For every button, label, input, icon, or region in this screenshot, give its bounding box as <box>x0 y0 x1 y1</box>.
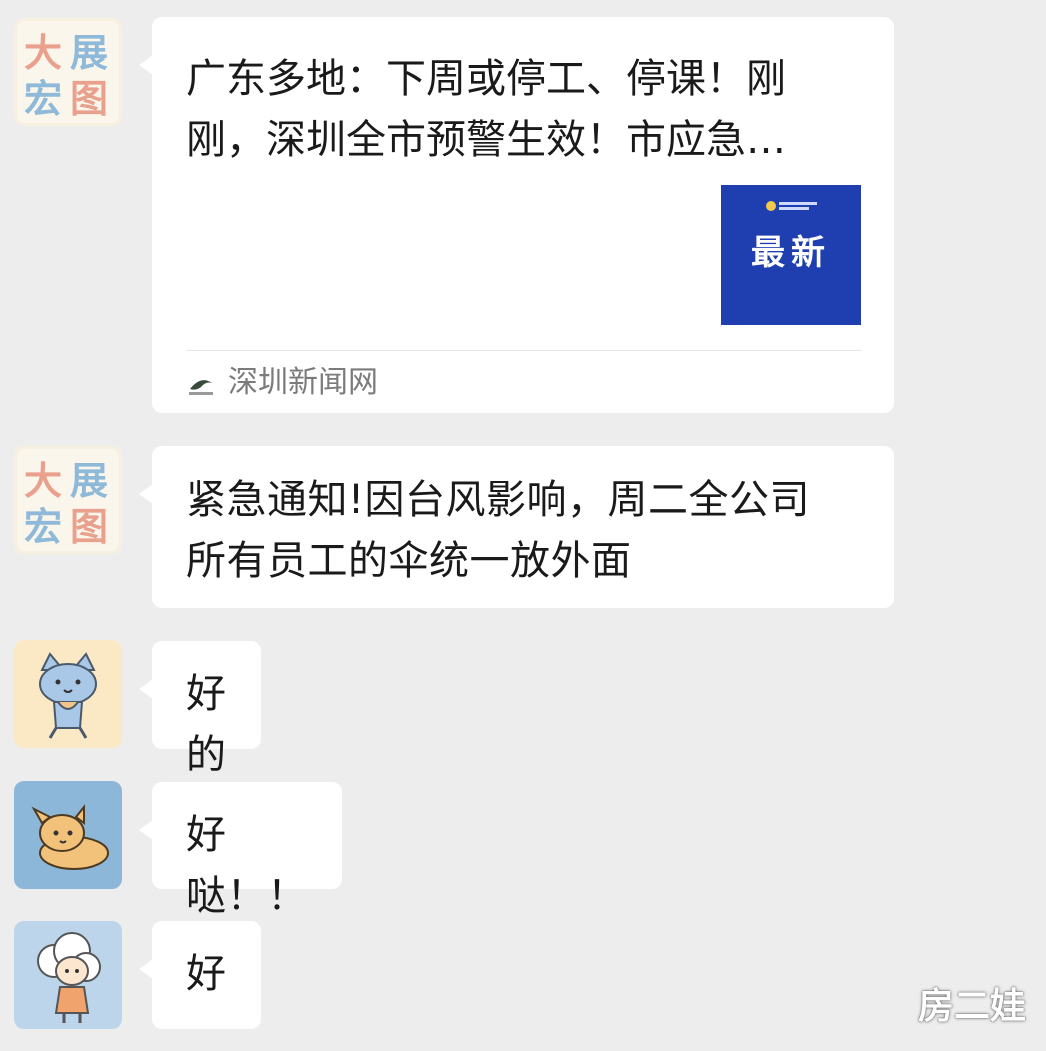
bubble-tail <box>139 55 153 75</box>
cartoon-dog-icon <box>14 781 122 889</box>
message-text: 好的 <box>186 671 227 778</box>
thumbnail-label: 最新 <box>751 233 831 273</box>
message-text-line1: 紧急通知!因台风影响，周二全公司 <box>186 477 811 523</box>
dog-avatar[interactable] <box>14 781 122 889</box>
group-logo-icon: 大 展 宏 图 <box>14 446 122 554</box>
chat-screen: 大 展 宏 图 广东多地：下周或停工、停课！刚 刚，深圳全市预警生效！市应急… … <box>0 0 1046 1051</box>
bubble-tail <box>139 820 153 840</box>
svg-text:宏: 宏 <box>24 77 62 121</box>
link-card-thumbnail: 最新 <box>721 185 861 325</box>
girl-avatar[interactable] <box>14 921 122 1029</box>
svg-text:大: 大 <box>24 31 62 75</box>
svg-text:图: 图 <box>70 505 108 549</box>
cartoon-cat-icon <box>14 640 122 748</box>
source-name: 深圳新闻网 <box>228 365 378 400</box>
svg-text:宏: 宏 <box>24 505 62 549</box>
watermark: 房二娃 <box>917 986 1026 1027</box>
message-text: 好哒！！ <box>186 812 308 919</box>
text-bubble[interactable]: 好的 <box>139 641 261 778</box>
text-bubble[interactable]: 紧急通知!因台风影响，周二全公司 所有员工的伞统一放外面 <box>139 446 894 608</box>
cat-avatar[interactable] <box>14 640 122 748</box>
group-logo-avatar[interactable]: 大 展 宏 图 <box>14 18 122 126</box>
text-bubble[interactable]: 好哒！！ <box>139 782 342 919</box>
message-text: 好 <box>186 951 227 997</box>
bubble-tail <box>139 679 153 699</box>
svg-text:大: 大 <box>24 459 62 503</box>
bubble-tail <box>139 959 153 979</box>
group-logo-icon: 大 展 宏 图 <box>14 18 122 126</box>
news-logo-icon <box>766 201 817 211</box>
svg-text:图: 图 <box>70 77 108 121</box>
card-divider <box>186 350 861 351</box>
link-card-bubble[interactable]: 广东多地：下周或停工、停课！刚 刚，深圳全市预警生效！市应急… 最新 深圳新闻网 <box>139 17 894 413</box>
link-card-title-line2: 刚，深圳全市预警生效！市应急… <box>186 117 786 163</box>
source-logo-icon <box>189 380 213 395</box>
link-card-title-line1: 广东多地：下周或停工、停课！刚 <box>186 56 786 102</box>
cartoon-girl-icon <box>14 921 122 1029</box>
svg-text:展: 展 <box>70 31 108 75</box>
link-card-title: 广东多地：下周或停工、停课！刚 刚，深圳全市预警生效！市应急… <box>186 49 866 171</box>
svg-text:展: 展 <box>70 459 108 503</box>
group-logo-avatar[interactable]: 大 展 宏 图 <box>14 446 122 554</box>
text-bubble[interactable]: 好 <box>139 921 261 1029</box>
bubble-tail <box>139 484 153 504</box>
message-text-line2: 所有员工的伞统一放外面 <box>186 538 632 584</box>
